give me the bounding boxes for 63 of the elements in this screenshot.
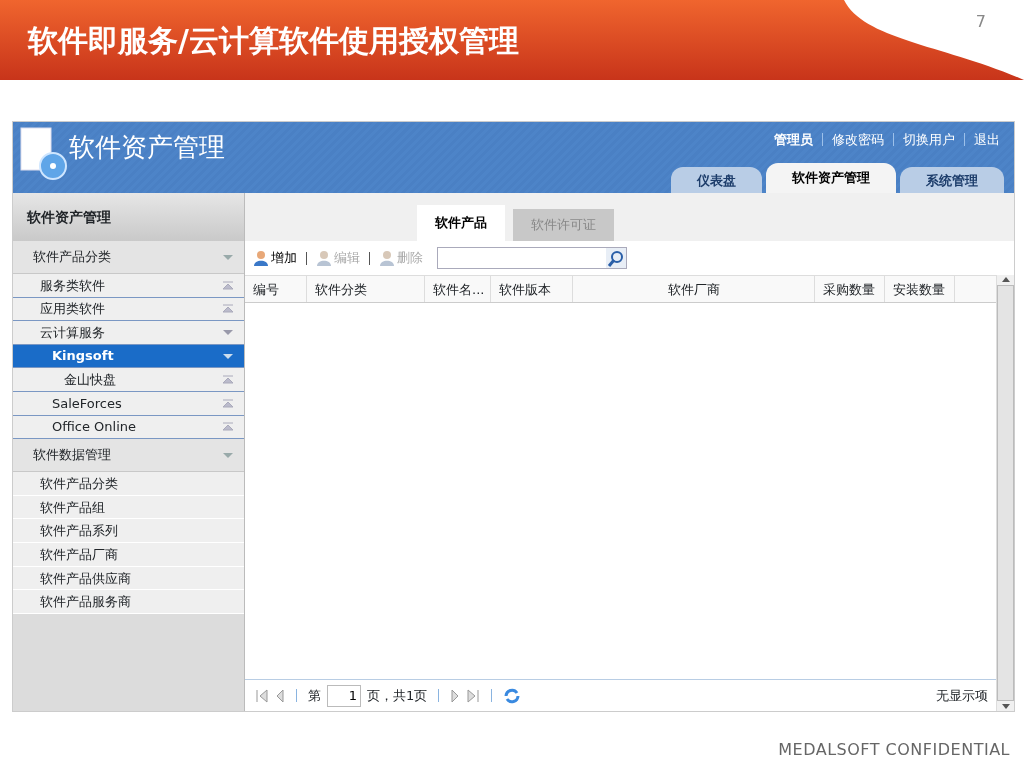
- next-page-icon: [450, 687, 461, 704]
- sidebar-item[interactable]: 软件产品厂商: [13, 542, 244, 567]
- tree-item-label: 云计算服务: [40, 323, 105, 342]
- column-header[interactable]: 编号: [245, 276, 307, 302]
- tree-item-label: SaleForces: [52, 394, 122, 413]
- tree-item[interactable]: SaleForces: [13, 391, 244, 416]
- page-input[interactable]: 1: [327, 684, 361, 707]
- page-number: 7: [975, 11, 986, 33]
- header-link[interactable]: 修改密码: [832, 130, 884, 150]
- refresh-icon: [503, 686, 522, 705]
- dropdown-arrow-icon: [222, 450, 234, 460]
- column-header[interactable]: 软件名...: [425, 276, 491, 302]
- sidebar-item[interactable]: 软件产品服务商: [13, 590, 244, 614]
- previous-page-icon: [275, 687, 285, 704]
- tree-item-label: Kingsoft: [52, 347, 114, 366]
- sidebar-title: 软件资产管理: [13, 193, 244, 241]
- search-button[interactable]: [606, 248, 626, 268]
- vertical-scrollbar[interactable]: [996, 275, 1014, 711]
- content-tab[interactable]: 软件产品: [417, 205, 505, 241]
- toolbar-button[interactable]: 增加: [253, 248, 297, 268]
- tree-item-label: 应用类软件: [40, 300, 105, 319]
- tree-item-label: Office Online: [52, 418, 136, 437]
- user-icon: [316, 250, 332, 266]
- page-count-label: 页，共1页: [367, 686, 428, 705]
- sidebar-item[interactable]: 软件产品系列: [13, 519, 244, 543]
- user-icon: [253, 250, 269, 266]
- group-label: 软件产品分类: [33, 248, 111, 267]
- nav-tab[interactable]: 软件资产管理: [766, 163, 896, 193]
- tree-item[interactable]: 应用类软件: [13, 297, 244, 322]
- app-title: 软件资产管理: [69, 131, 225, 164]
- sidebar-group-header[interactable]: 软件产品分类: [13, 241, 244, 274]
- nav-tab[interactable]: 仪表盘: [671, 167, 762, 193]
- pager-status: 无显示项: [936, 686, 988, 705]
- column-header[interactable]: 安装数量: [885, 276, 955, 302]
- dropdown-arrow-icon: [222, 252, 234, 262]
- tree-item-label: 金山快盘: [64, 370, 116, 389]
- sidebar-item[interactable]: 软件产品分类: [13, 472, 244, 496]
- tree-item[interactable]: Office Online: [13, 415, 244, 440]
- sidebar-group-header[interactable]: 软件数据管理: [13, 439, 244, 473]
- search-icon: [606, 248, 626, 269]
- slide-footer: MEDALSOFT CONFIDENTIAL: [0, 738, 1010, 762]
- last-page-icon: [466, 687, 481, 704]
- header-link[interactable]: 切换用户: [903, 130, 955, 150]
- tree-item-label: 服务类软件: [40, 276, 105, 295]
- search-field[interactable]: [437, 247, 627, 269]
- user-icon: [379, 250, 395, 266]
- column-header[interactable]: 采购数量: [815, 276, 885, 302]
- sidebar-item[interactable]: 软件产品组: [13, 495, 244, 520]
- tree-item[interactable]: 云计算服务: [13, 321, 244, 345]
- slide-title: 软件即服务/云计算软件使用授权管理: [28, 21, 519, 60]
- nav-tab[interactable]: 系统管理: [900, 167, 1004, 193]
- group-label: 软件数据管理: [33, 446, 111, 465]
- page-label: 第: [308, 686, 321, 705]
- column-header[interactable]: 软件厂商: [573, 276, 815, 302]
- first-page-icon: [255, 687, 269, 704]
- header-link[interactable]: 退出: [974, 130, 1000, 150]
- column-header[interactable]: 软件分类: [307, 276, 425, 302]
- user-name: 管理员: [774, 131, 813, 149]
- column-header[interactable]: 软件版本: [491, 276, 573, 302]
- tree-item[interactable]: 服务类软件: [13, 274, 244, 298]
- sidebar-item[interactable]: 软件产品供应商: [13, 566, 244, 591]
- tree-item[interactable]: 金山快盘: [13, 368, 244, 392]
- tree-item[interactable]: Kingsoft: [13, 344, 244, 369]
